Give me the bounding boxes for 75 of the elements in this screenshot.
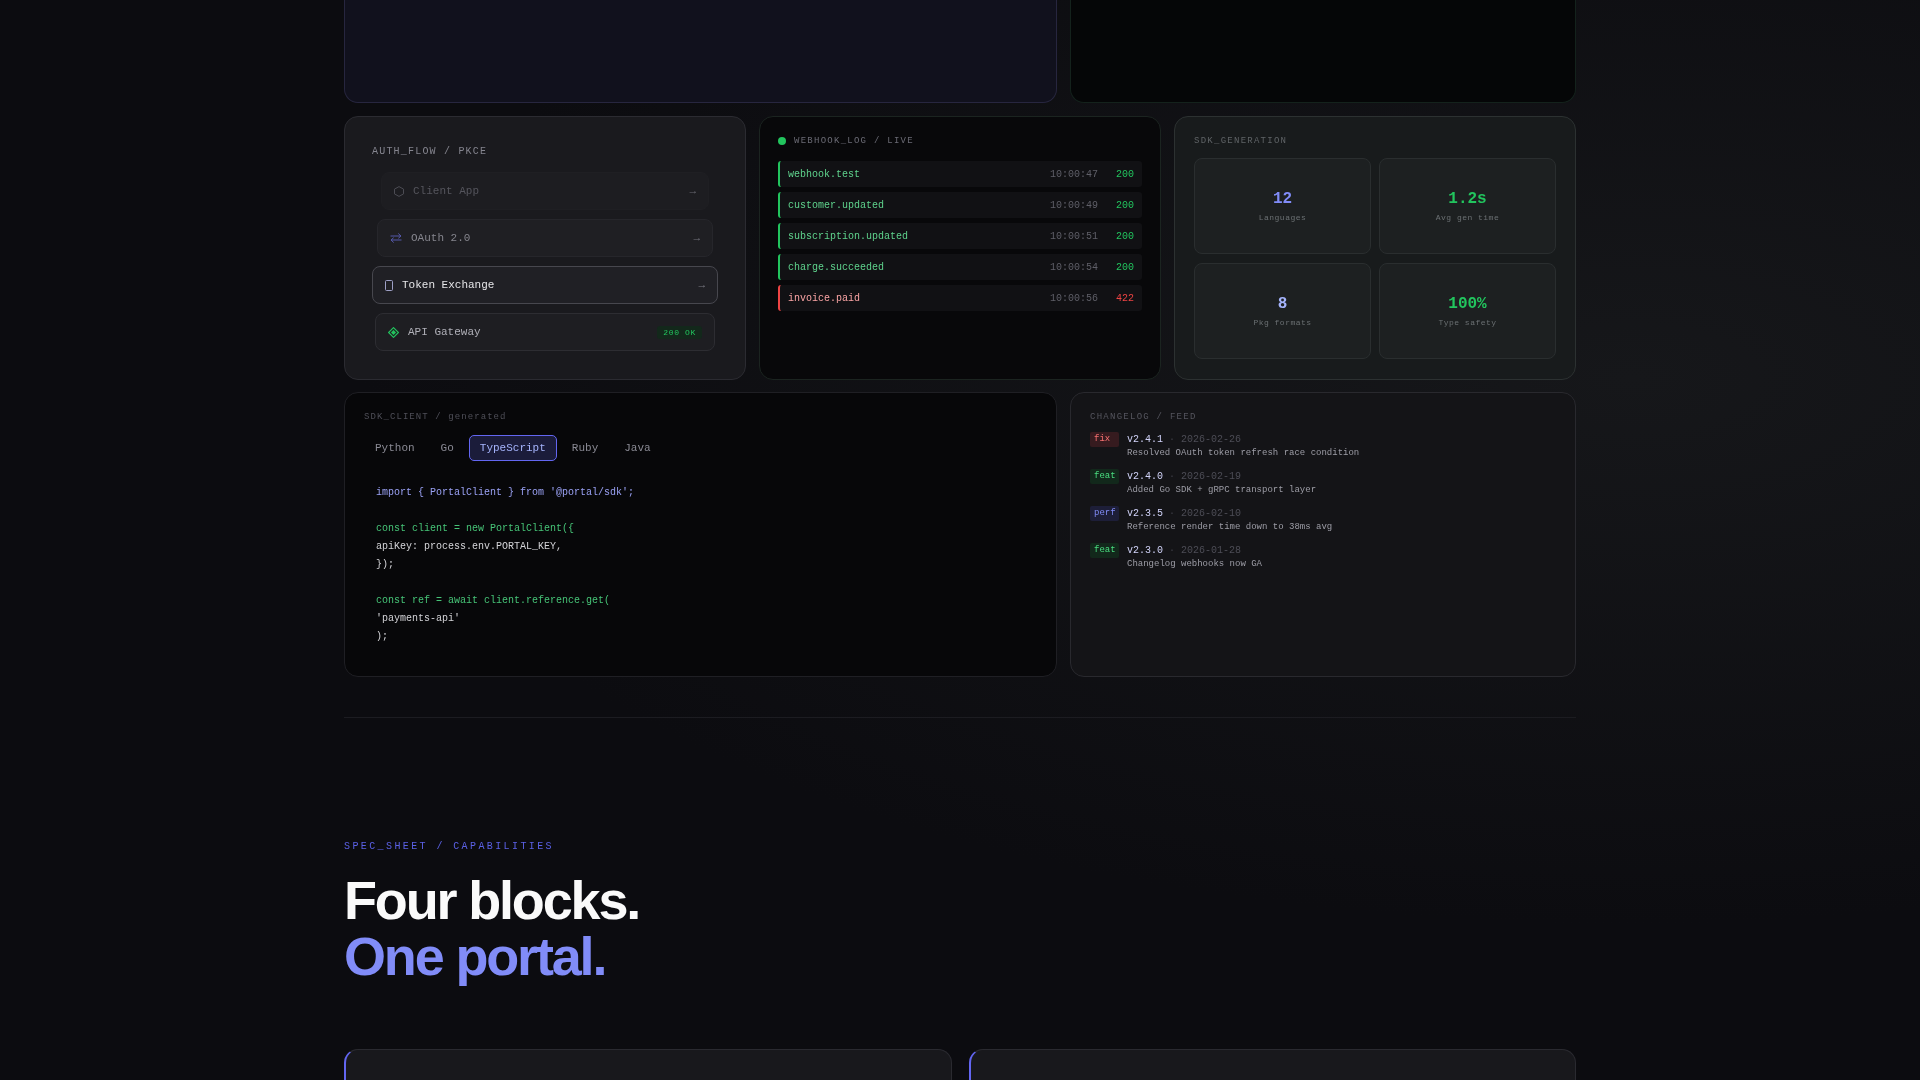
stat-value: 8 — [1277, 294, 1288, 314]
rectangle-icon — [385, 279, 393, 291]
step-label: API Gateway — [408, 325, 481, 339]
panel-title: WEBHOOK_LOG / LIVE — [794, 135, 914, 147]
change-tag: feat — [1090, 469, 1119, 484]
release-date: 2026-02-19 — [1181, 470, 1242, 483]
panel-title: SDK_GENERATION — [1194, 135, 1288, 147]
stat-value: 12 — [1272, 189, 1293, 209]
event-name: customer.updated — [788, 198, 884, 212]
panel-title: AUTH_FLOW / PKCE — [372, 145, 488, 158]
code-line: }); — [376, 558, 394, 572]
event-time: 10:00:51 — [1049, 229, 1098, 243]
change-note: Reference render time down to 38ms avg — [1127, 521, 1333, 533]
step-arrow: → — [689, 184, 696, 198]
status-code: 200 — [1116, 198, 1134, 212]
event-name: charge.succeeded — [788, 260, 884, 274]
status-badge: 200 OK — [657, 325, 702, 339]
status-code: 200 — [1116, 229, 1134, 243]
stat-value: 1.2s — [1448, 189, 1487, 209]
language-tab[interactable]: Ruby — [560, 435, 610, 461]
step-label: OAuth 2.0 — [411, 231, 471, 245]
version-number: v2.3.0 — [1127, 544, 1163, 557]
event-name: webhook.test — [788, 167, 860, 181]
change-note: Changelog webhooks now GA — [1127, 558, 1263, 570]
stat-label: Type safety — [1438, 317, 1497, 328]
separator: · — [1169, 544, 1176, 557]
stat-label: Pkg formats — [1253, 317, 1312, 328]
separator: · — [1169, 507, 1176, 520]
status-code: 200 — [1116, 167, 1134, 181]
status-code: 200 — [1116, 260, 1134, 274]
hexagon-icon — [394, 185, 404, 197]
change-tag: feat — [1090, 543, 1119, 558]
code-line: import { PortalClient } from '@portal/sdk'; — [376, 486, 635, 500]
code-line: 'payments-api' — [376, 612, 460, 626]
step-arrow: → — [698, 278, 705, 292]
release-date: 2026-02-26 — [1181, 433, 1242, 446]
step-label: Token Exchange — [402, 278, 495, 292]
panel-title: CHANGELOG / FEED — [1090, 411, 1197, 423]
release-date: 2026-01-28 — [1181, 544, 1242, 557]
version-number: v2.4.1 — [1127, 433, 1163, 446]
step-label: Client App — [413, 184, 479, 198]
change-tag: fix — [1090, 432, 1119, 447]
event-time: 10:00:54 — [1049, 260, 1098, 274]
step-arrow: → — [693, 231, 700, 245]
headline: Four blocks. — [344, 872, 640, 928]
version-number: v2.4.0 — [1127, 470, 1163, 483]
event-name: subscription.updated — [788, 229, 909, 243]
version-number: v2.3.5 — [1127, 507, 1163, 520]
language-tab[interactable]: Go — [429, 435, 465, 461]
code-line: apiKey: process.env.PORTAL_KEY, — [376, 540, 563, 554]
swap-arrows-icon — [390, 233, 402, 243]
event-name: invoice.paid — [788, 291, 860, 305]
release-date: 2026-02-10 — [1181, 507, 1242, 520]
separator: · — [1169, 470, 1176, 483]
section-eyebrow: SPEC_SHEET / CAPABILITIES — [344, 840, 555, 853]
change-note: Added Go SDK + gRPC transport layer — [1127, 484, 1317, 496]
event-time: 10:00:49 — [1049, 198, 1098, 212]
event-time: 10:00:47 — [1049, 167, 1098, 181]
headline-accent: One portal. — [344, 928, 606, 984]
code-line: ); — [376, 630, 388, 644]
code-line: const ref = await client.reference.get( — [376, 594, 611, 608]
separator: · — [1169, 433, 1176, 446]
language-tab[interactable]: Python — [364, 435, 426, 461]
code-line: const client = new PortalClient({ — [376, 522, 575, 536]
stat-value: 100% — [1448, 294, 1487, 314]
change-note: Resolved OAuth token refresh race condition — [1127, 447, 1360, 459]
stat-label: Languages — [1258, 212, 1307, 223]
status-code: 422 — [1116, 291, 1134, 305]
language-tab[interactable]: TypeScript — [468, 435, 557, 461]
change-tag: perf — [1090, 506, 1119, 521]
stat-label: Avg gen time — [1435, 212, 1500, 223]
event-time: 10:00:56 — [1049, 291, 1098, 305]
panel-title: SDK_CLIENT / generated — [364, 411, 507, 423]
diamond-icon — [388, 326, 399, 338]
language-tab[interactable]: Java — [613, 435, 662, 461]
